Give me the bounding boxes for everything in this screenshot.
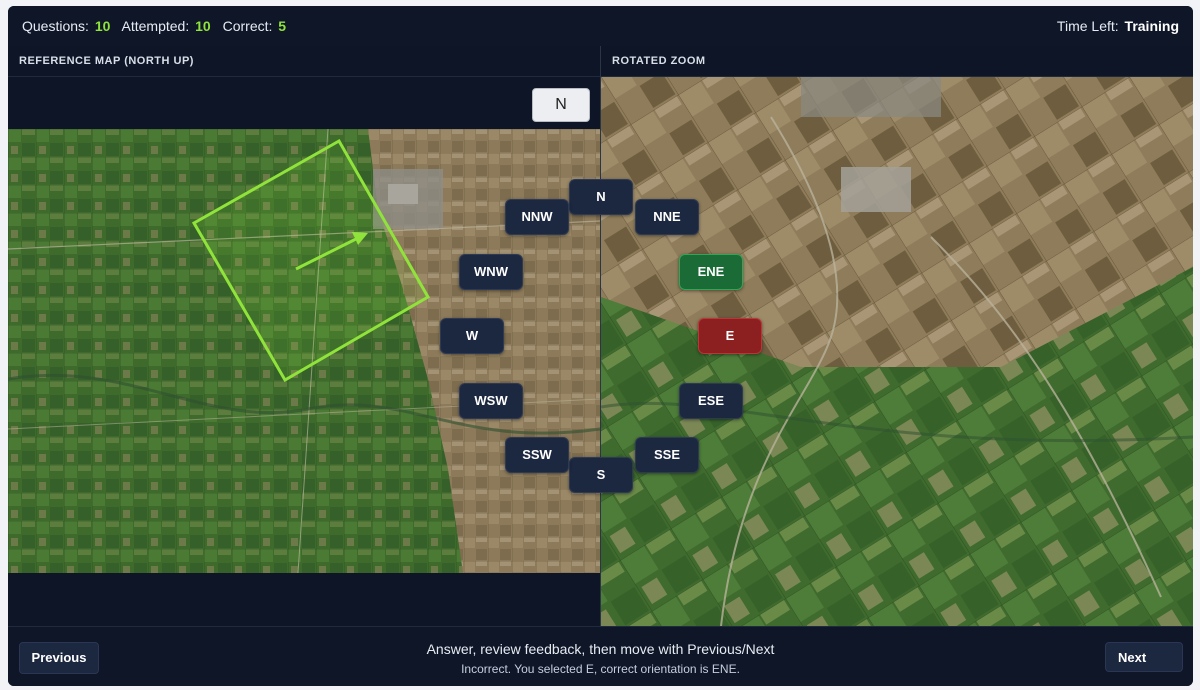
- time-left-label: Time Left:: [1056, 18, 1119, 34]
- north-up-button[interactable]: N: [532, 88, 590, 122]
- reference-map-svg: [8, 129, 600, 573]
- reference-map-title: REFERENCE MAP (NORTH UP): [19, 55, 194, 67]
- questions-label: Questions:: [22, 18, 89, 34]
- compass-nnw-button[interactable]: NNW: [505, 199, 569, 235]
- attempted-label: Attempted:: [121, 18, 190, 34]
- correct-label: Correct:: [222, 18, 273, 34]
- rotated-zoom-title: ROTATED ZOOM: [612, 55, 706, 67]
- panel-title-divider: [8, 76, 600, 77]
- correct-value: 5: [278, 18, 287, 34]
- stats-bar: Questions: 10 Attempted: 10 Correct: 5 T…: [8, 6, 1193, 47]
- compass-ese-button[interactable]: ESE: [679, 383, 743, 419]
- footer-bar: Previous Answer, review feedback, then m…: [8, 626, 1193, 686]
- reference-map-panel: REFERENCE MAP (NORTH UP) N: [8, 46, 600, 626]
- compass-n-button[interactable]: N: [569, 179, 633, 215]
- next-button[interactable]: Next: [1105, 642, 1183, 672]
- compass-nne-button[interactable]: NNE: [635, 199, 699, 235]
- compass-ene-button[interactable]: ENE: [679, 254, 743, 290]
- reference-map-image: [8, 129, 600, 573]
- compass-w-button[interactable]: W: [440, 318, 504, 354]
- attempted-stat: Attempted: 10: [122, 18, 211, 34]
- compass-sse-button[interactable]: SSE: [635, 437, 699, 473]
- rotated-zoom-image: [601, 77, 1193, 626]
- attempted-value: 10: [195, 18, 211, 34]
- app-window: Questions: 10 Attempted: 10 Correct: 5 T…: [8, 6, 1193, 686]
- instruction-text: Answer, review feedback, then move with …: [426, 641, 775, 657]
- time-left-value: Training: [1124, 18, 1179, 34]
- rotated-zoom-panel: ROTATED ZOOM: [601, 46, 1193, 626]
- score-stats: Questions: 10 Attempted: 10 Correct: 5: [22, 18, 294, 34]
- correct-stat: Correct: 5: [223, 18, 286, 34]
- time-left: Time Left: Training: [1057, 18, 1179, 34]
- compass-wnw-button[interactable]: WNW: [459, 254, 523, 290]
- compass-e-button[interactable]: E: [698, 318, 762, 354]
- compass-ssw-button[interactable]: SSW: [505, 437, 569, 473]
- rotated-zoom-svg: [601, 77, 1193, 626]
- compass-s-button[interactable]: S: [569, 457, 633, 493]
- feedback-text: Incorrect. You selected E, correct orien…: [461, 662, 740, 676]
- questions-value: 10: [94, 18, 111, 34]
- compass-wsw-button[interactable]: WSW: [459, 383, 523, 419]
- questions-stat: Questions: 10: [22, 18, 110, 34]
